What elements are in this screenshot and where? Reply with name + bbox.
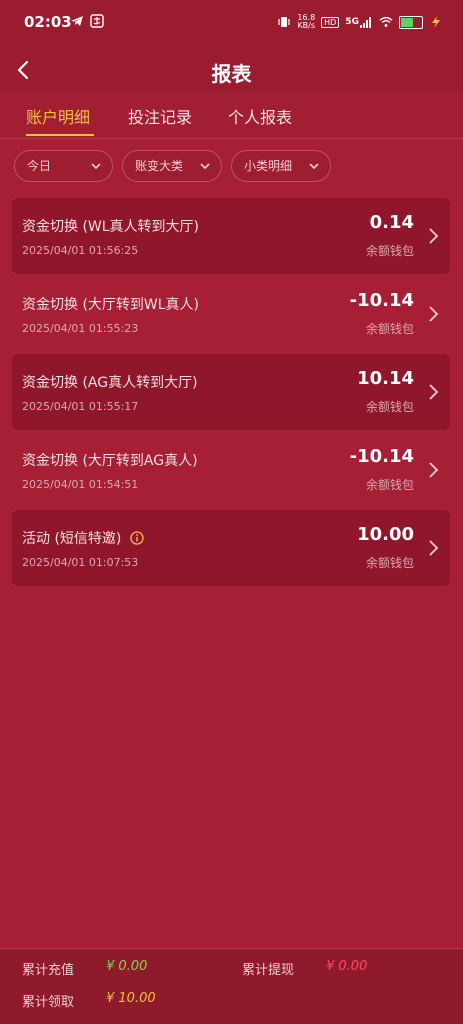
record-row[interactable]: 资金切换 (AG真人转到大厅) 2025/04/01 01:55:17 10.1…	[12, 354, 450, 430]
active-tab-indicator	[26, 134, 94, 136]
alipay-icon	[90, 14, 104, 28]
info-icon[interactable]	[130, 531, 144, 545]
record-amount: -10.14	[349, 290, 414, 311]
record-time: 2025/04/01 01:55:17	[22, 400, 139, 413]
record-amount: 0.14	[369, 212, 414, 233]
total-withdraw-value: ¥ 0.00	[326, 959, 368, 974]
record-title-wrap: 活动 (短信特邀)	[22, 528, 144, 548]
chevron-right-icon	[429, 306, 439, 322]
telegram-icon	[71, 16, 83, 26]
tab-bar: 账户明细 投注记录 个人报表	[0, 94, 463, 139]
status-time: 02:03	[24, 13, 72, 31]
header: 报表	[0, 46, 463, 94]
record-time: 2025/04/01 01:56:25	[22, 244, 139, 257]
chevron-right-icon	[429, 462, 439, 478]
record-wallet: 余额钱包	[365, 322, 414, 336]
record-time: 2025/04/01 01:07:53	[22, 556, 139, 569]
record-row[interactable]: 活动 (短信特邀) 2025/04/01 01:07:53 10.00 余额钱包	[12, 510, 450, 586]
summary-footer: 累计充值 ¥ 0.00 累计提现 ¥ 0.00 累计领取 ¥ 10.00	[0, 948, 463, 1024]
screen: 02:03 16.8 KB/s HD 5G 报表 账户明细 投注记录 个人报表 …	[0, 0, 463, 1024]
record-title: 资金切换 (AG真人转到大厅)	[22, 375, 198, 391]
record-wallet: 余额钱包	[365, 244, 414, 258]
record-title: 资金切换 (大厅转到AG真人)	[22, 453, 198, 469]
record-row[interactable]: 资金切换 (WL真人转到大厅) 2025/04/01 01:56:25 0.14…	[12, 198, 450, 274]
filter-bar: 今日 账变大类 小类明细	[0, 148, 463, 186]
tab-personal-report[interactable]: 个人报表	[228, 104, 292, 128]
net-speed: 16.8 KB/s	[297, 14, 315, 30]
filter-category-label: 账变大类	[135, 159, 184, 173]
record-time: 2025/04/01 01:55:23	[22, 322, 139, 335]
record-amount: -10.14	[349, 446, 414, 467]
signal-bars-icon	[360, 17, 371, 28]
total-received-value: ¥ 10.00	[106, 991, 156, 1006]
status-left-icons	[70, 14, 104, 28]
net-speed-unit: KB/s	[297, 21, 316, 30]
charging-bolt-icon	[432, 16, 440, 28]
filter-category-dropdown[interactable]: 账变大类	[122, 150, 222, 182]
filter-date-dropdown[interactable]: 今日	[14, 150, 113, 182]
record-wallet: 余额钱包	[365, 400, 414, 414]
tab-bet-records[interactable]: 投注记录	[128, 104, 192, 128]
battery-icon	[399, 15, 423, 29]
total-received-label: 累计领取	[22, 995, 75, 1010]
filter-date-label: 今日	[27, 159, 52, 173]
filter-subcategory-dropdown[interactable]: 小类明细	[231, 150, 331, 182]
page-title: 报表	[211, 62, 252, 86]
total-withdraw-label: 累计提现	[242, 963, 295, 978]
chevron-down-icon	[309, 163, 319, 170]
tab-account-details[interactable]: 账户明细	[26, 104, 90, 128]
record-amount: 10.00	[357, 524, 414, 545]
record-wallet: 余额钱包	[365, 478, 414, 492]
record-title: 资金切换 (大厅转到WL真人)	[22, 297, 200, 313]
record-amount: 10.14	[357, 368, 414, 389]
wifi-icon	[379, 16, 393, 27]
chevron-down-icon	[91, 163, 101, 170]
chevron-right-icon	[429, 384, 439, 400]
hd-badge: HD	[321, 16, 340, 28]
vibrate-icon	[278, 17, 290, 27]
record-time: 2025/04/01 01:54:51	[22, 478, 139, 491]
chevron-right-icon	[429, 540, 439, 556]
record-row[interactable]: 资金切换 (大厅转到AG真人) 2025/04/01 01:54:51 -10.…	[12, 432, 450, 508]
signal-label: 5G	[345, 17, 359, 27]
chevron-down-icon	[200, 163, 210, 170]
total-deposit-label: 累计充值	[22, 963, 75, 978]
status-right-icons: 16.8 KB/s HD 5G	[277, 14, 443, 30]
total-deposit-value: ¥ 0.00	[106, 959, 148, 974]
record-wallet: 余额钱包	[365, 556, 414, 570]
filter-subcategory-label: 小类明细	[244, 159, 293, 173]
record-title: 活动 (短信特邀)	[22, 531, 122, 547]
record-row[interactable]: 资金切换 (大厅转到WL真人) 2025/04/01 01:55:23 -10.…	[12, 276, 450, 352]
record-title: 资金切换 (WL真人转到大厅)	[22, 219, 200, 235]
status-bar: 02:03 16.8 KB/s HD 5G	[0, 0, 463, 46]
chevron-right-icon	[429, 228, 439, 244]
